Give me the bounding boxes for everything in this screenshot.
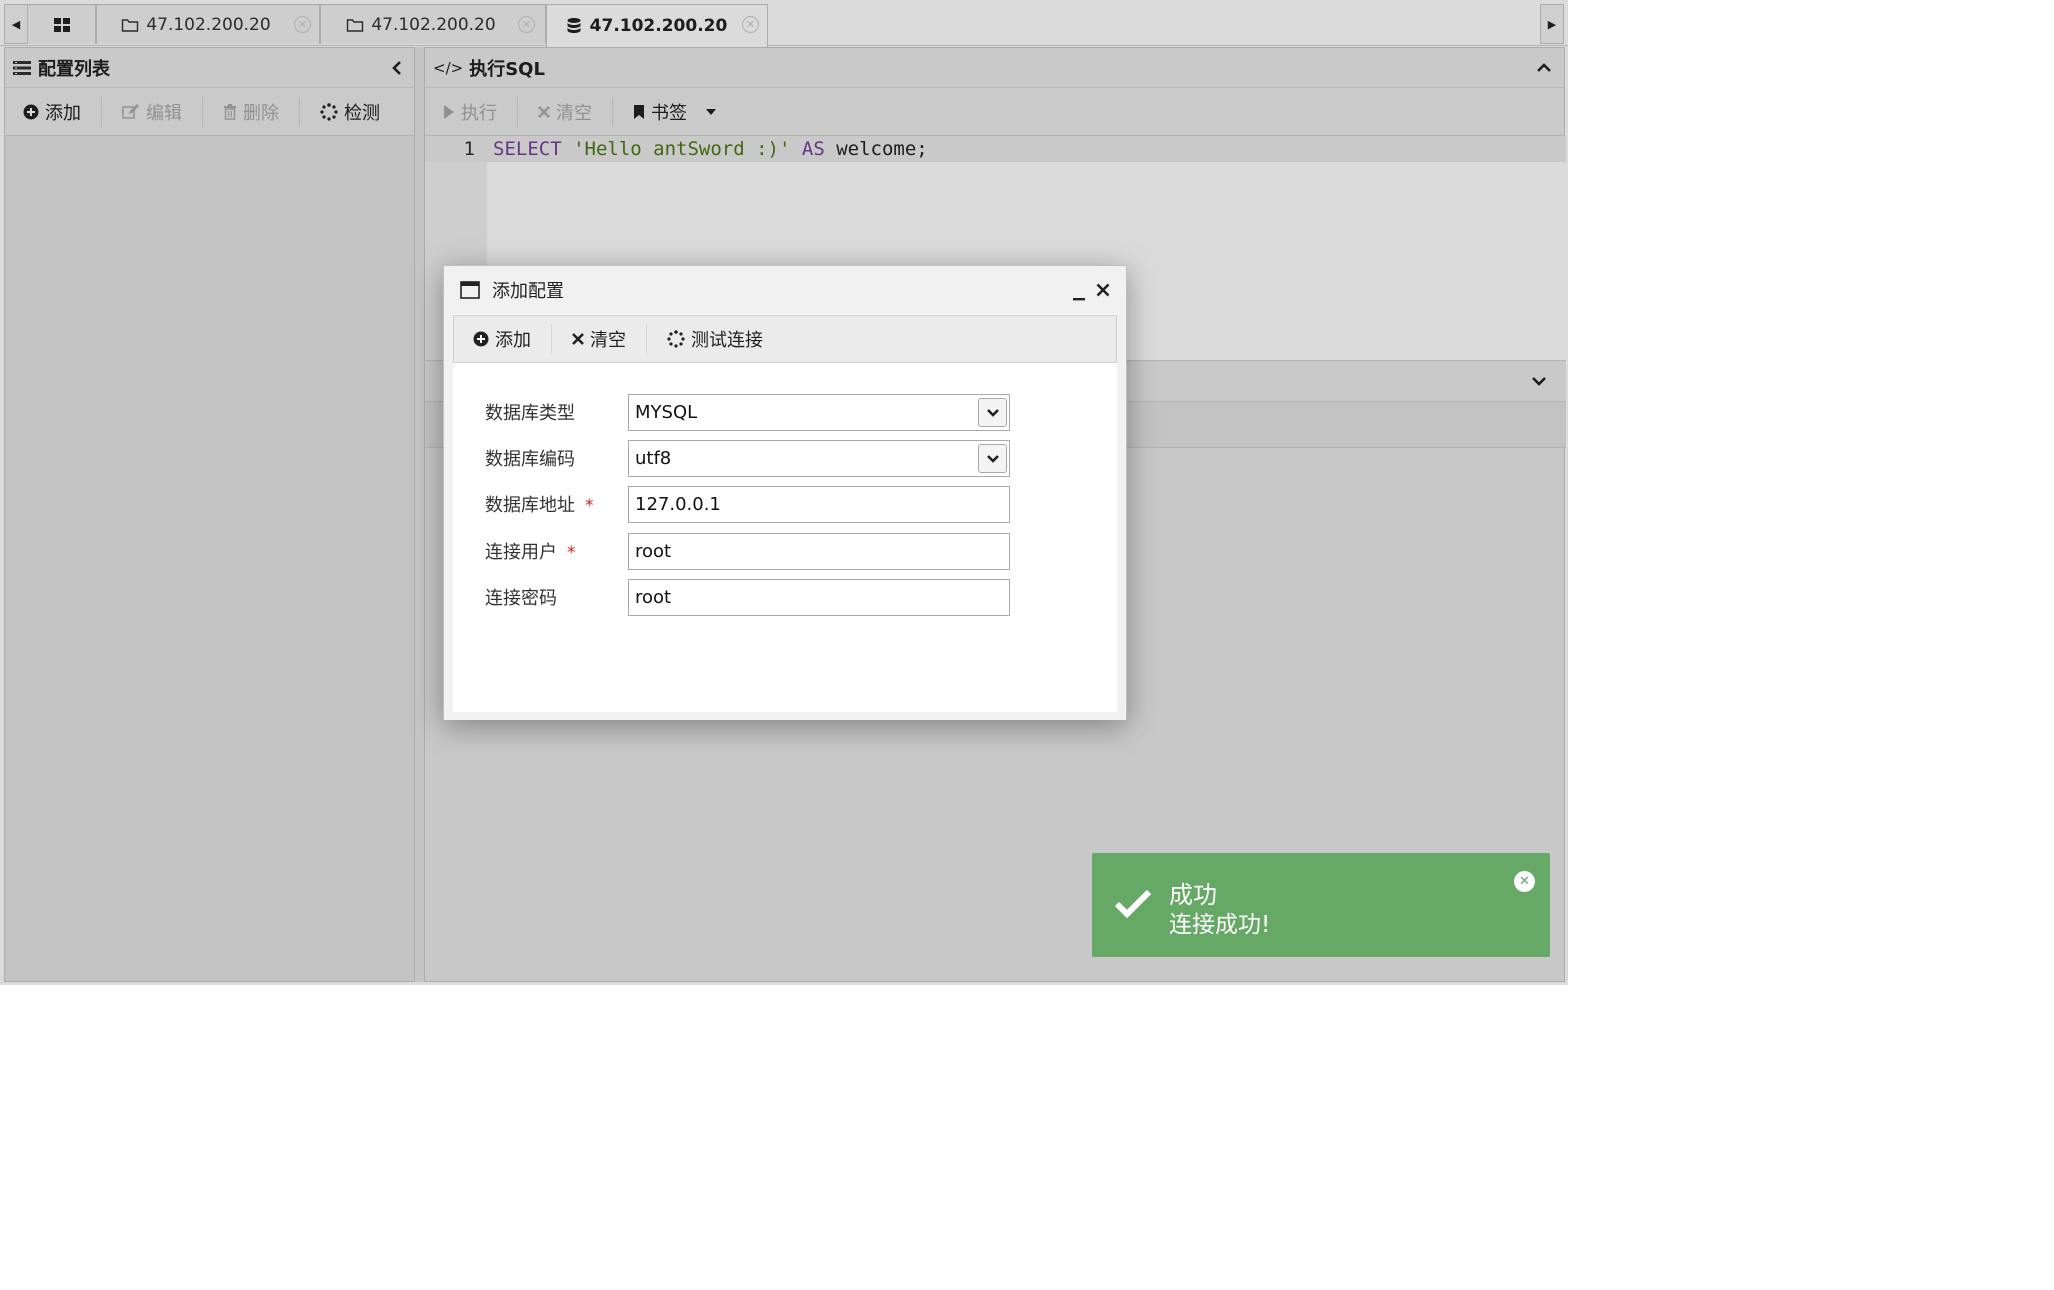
db-user-input[interactable]: root <box>628 533 1010 570</box>
dialog-border-right <box>1117 314 1126 714</box>
close-icon[interactable] <box>1096 283 1110 297</box>
db-type-label: 数据库类型 <box>485 403 575 424</box>
required-marker: * <box>567 543 576 563</box>
db-user-label: 连接用户 * <box>485 542 576 563</box>
db-host-label: 数据库地址 * <box>485 495 594 516</box>
dialog-toolbar: 添加 清空 测试连接 <box>453 315 1117 363</box>
check-icon <box>1114 889 1152 919</box>
db-encoding-select[interactable]: utf8 <box>628 440 1010 477</box>
db-host-input[interactable]: 127.0.0.1 <box>628 486 1010 523</box>
db-password-row: 连接密码 root <box>485 579 1045 616</box>
add-config-dialog: 添加配置 添加 清空 测试连接 数据库类型 MYSQL 数据库编码 utf8 数… <box>443 265 1127 720</box>
spinner-icon <box>667 330 685 348</box>
chevron-down-icon[interactable] <box>978 398 1007 427</box>
dialog-border-bottom <box>444 712 1126 720</box>
dialog-form: 数据库类型 MYSQL 数据库编码 utf8 数据库地址 * 127.0.0.1 … <box>453 363 1117 713</box>
window-icon <box>460 281 480 299</box>
toast-close-icon[interactable]: ✕ <box>1514 871 1535 892</box>
dialog-border-left <box>444 314 453 714</box>
required-marker: * <box>585 496 594 516</box>
chevron-down-icon[interactable] <box>978 444 1007 473</box>
dialog-add-button[interactable]: 添加 <box>454 324 552 354</box>
db-host-row: 数据库地址 * 127.0.0.1 <box>485 486 1045 523</box>
minimize-icon[interactable] <box>1072 288 1086 302</box>
toast-message: 连接成功! <box>1169 912 1271 938</box>
db-password-label: 连接密码 <box>485 588 557 609</box>
dialog-title: 添加配置 <box>492 281 564 302</box>
x-icon <box>572 333 584 345</box>
db-type-select[interactable]: MYSQL <box>628 394 1010 431</box>
db-user-row: 连接用户 * root <box>485 533 1045 570</box>
db-password-input[interactable]: root <box>628 579 1010 616</box>
dialog-clear-button[interactable]: 清空 <box>552 324 647 354</box>
db-encoding-label: 数据库编码 <box>485 449 575 470</box>
plus-circle-icon <box>473 331 489 347</box>
success-toast: 成功 连接成功! ✕ <box>1092 853 1550 957</box>
test-connection-button[interactable]: 测试连接 <box>647 324 783 354</box>
db-encoding-row: 数据库编码 utf8 <box>485 440 1045 477</box>
db-type-row: 数据库类型 MYSQL <box>485 394 1045 431</box>
dialog-titlebar[interactable]: 添加配置 <box>444 266 1126 314</box>
